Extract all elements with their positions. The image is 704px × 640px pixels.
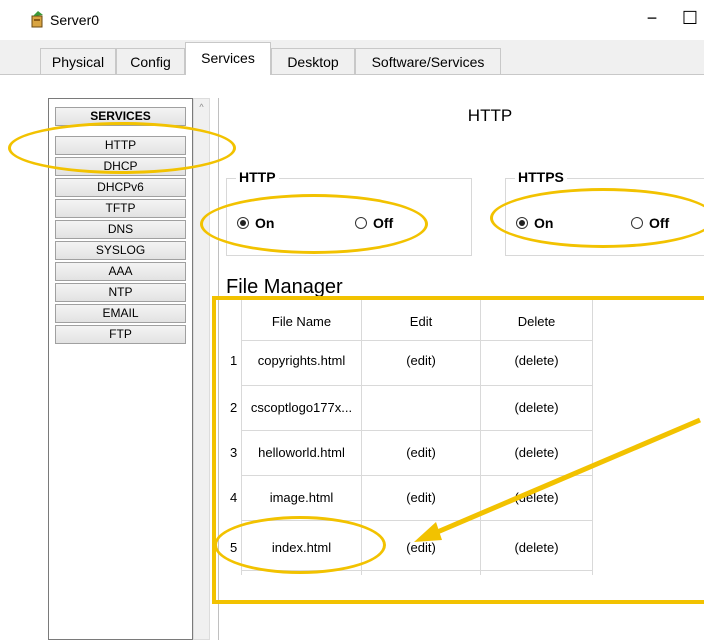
sidebar-item-dns[interactable]: DNS: [55, 220, 186, 239]
http-off-label: Off: [373, 215, 394, 231]
https-on-label: On: [534, 215, 554, 231]
http-group: HTTP On Off: [226, 169, 472, 256]
tab-desktop[interactable]: Desktop: [271, 48, 355, 74]
tab-services[interactable]: Services: [185, 42, 271, 75]
sidebar-item-syslog[interactable]: SYSLOG: [55, 241, 186, 260]
http-group-label: HTTP: [236, 169, 279, 185]
sidebar-item-tftp[interactable]: TFTP: [55, 199, 186, 218]
sidebar-item-ftp[interactable]: FTP: [55, 325, 186, 344]
window-title: Server0: [50, 12, 100, 28]
maximize-button[interactable]: ☐: [678, 6, 702, 30]
sidebar-item-dhcp[interactable]: DHCP: [55, 157, 186, 176]
services-sidebar: SERVICES HTTP DHCP DHCPv6 TFTP DNS SYSLO…: [48, 98, 193, 640]
http-on-radio[interactable]: On: [237, 215, 274, 231]
sidebar-item-http[interactable]: HTTP: [55, 136, 186, 155]
scroll-up-arrow-icon[interactable]: ^: [194, 99, 209, 115]
tab-strip: Physical Config Services Desktop Softwar…: [0, 40, 704, 76]
sidebar-scrollbar[interactable]: ^: [193, 98, 210, 640]
https-group: HTTPS On Off: [505, 169, 704, 256]
title-bar: Server0 − ☐: [0, 0, 704, 40]
radio-checked-icon: [237, 217, 249, 229]
http-on-label: On: [255, 215, 275, 231]
highlight-box-file-manager: [212, 296, 704, 604]
services-header: SERVICES: [55, 107, 186, 126]
tab-physical[interactable]: Physical: [40, 48, 116, 74]
https-on-radio[interactable]: On: [516, 215, 553, 231]
minimize-button[interactable]: −: [640, 6, 664, 30]
radio-checked-icon: [516, 217, 528, 229]
sidebar-item-aaa[interactable]: AAA: [55, 262, 186, 281]
sidebar-item-ntp[interactable]: NTP: [55, 283, 186, 302]
tab-config[interactable]: Config: [116, 48, 185, 74]
http-off-radio[interactable]: Off: [355, 215, 393, 231]
sidebar-item-dhcpv6[interactable]: DHCPv6: [55, 178, 186, 197]
https-off-label: Off: [649, 215, 670, 231]
https-off-radio[interactable]: Off: [631, 215, 669, 231]
tab-software-services[interactable]: Software/Services: [355, 48, 501, 74]
https-group-label: HTTPS: [515, 169, 567, 185]
sidebar-item-email[interactable]: EMAIL: [55, 304, 186, 323]
radio-unchecked-icon: [355, 217, 367, 229]
radio-unchecked-icon: [631, 217, 643, 229]
page-title: HTTP: [467, 106, 513, 125]
server-app-icon: [31, 11, 43, 28]
